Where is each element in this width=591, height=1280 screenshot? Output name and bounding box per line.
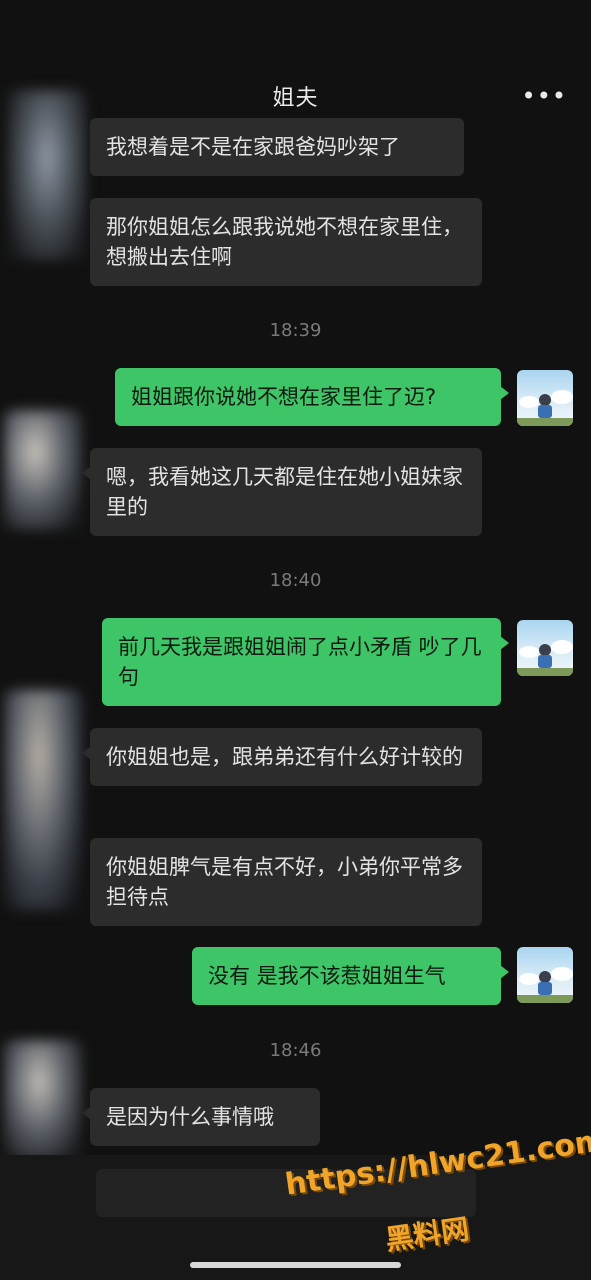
- contact-avatar[interactable]: [8, 90, 86, 260]
- incoming-message[interactable]: 我想着是不是在家跟爸妈吵架了: [90, 118, 464, 176]
- incoming-message[interactable]: 那你姐姐怎么跟我说她不想在家里住，想搬出去住啊: [90, 198, 482, 286]
- more-icon[interactable]: •••: [522, 82, 567, 110]
- contact-avatar[interactable]: [4, 410, 82, 530]
- timestamp: 18:39: [269, 320, 322, 341]
- incoming-message[interactable]: 你姐姐也是，跟弟弟还有什么好计较的: [82, 728, 482, 786]
- chat-title: 姐夫: [272, 86, 319, 111]
- my-avatar[interactable]: [517, 620, 573, 676]
- my-avatar[interactable]: [517, 947, 573, 1003]
- contact-avatar[interactable]: [4, 690, 82, 910]
- outgoing-message[interactable]: 前几天我是跟姐姐闹了点小矛盾 吵了几句: [102, 618, 509, 706]
- incoming-message[interactable]: 是因为什么事情哦: [82, 1088, 320, 1146]
- status-bar: [0, 0, 591, 60]
- timestamp: 18:40: [269, 570, 322, 591]
- my-avatar[interactable]: [517, 370, 573, 426]
- incoming-message[interactable]: 你姐姐脾气是有点不好，小弟你平常多担待点: [90, 838, 482, 926]
- incoming-message[interactable]: 嗯，我看她这几天都是住在她小姐妹家里的: [82, 448, 482, 536]
- outgoing-message[interactable]: 没有 是我不该惹姐姐生气: [192, 947, 509, 1005]
- timestamp: 18:46: [269, 1040, 322, 1061]
- home-indicator[interactable]: [190, 1262, 401, 1268]
- outgoing-message[interactable]: 姐姐跟你说她不想在家里住了迈?: [115, 368, 509, 426]
